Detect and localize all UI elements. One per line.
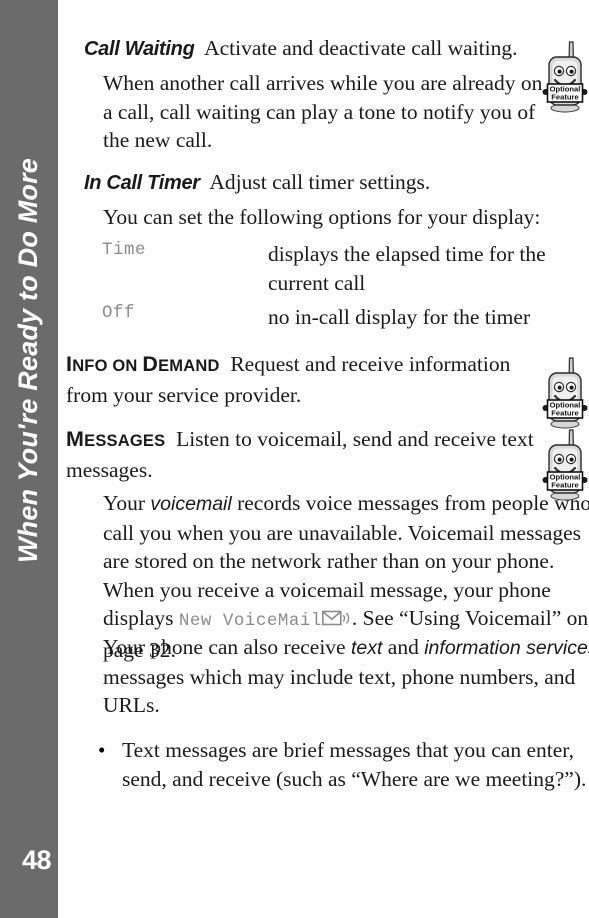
bullet-dot-icon: • bbox=[98, 738, 106, 762]
para2-part-a: Your phone can also receive bbox=[103, 635, 351, 659]
term-in-call-timer: In Call Timer bbox=[84, 172, 200, 194]
entry-messages: MESSAGES Listen to voicemail, send and r… bbox=[66, 425, 546, 484]
optional-feature-icon: Optional Feature bbox=[540, 40, 589, 116]
emphasis-voicemail: voicemail bbox=[150, 493, 232, 515]
option-name-off: Off bbox=[102, 303, 136, 323]
heading-info-on-demand: INFO ON DEMAND bbox=[66, 352, 220, 376]
summary-in-call-timer: Adjust call timer settings. bbox=[209, 170, 431, 194]
optional-feature-icon: Optional Feature bbox=[540, 356, 589, 432]
option-description-text: no in-call display for the timer bbox=[268, 305, 531, 329]
entry-call-waiting: Call Waiting Activate and deactivate cal… bbox=[84, 34, 554, 64]
optional-feature-icon: Optional Feature bbox=[540, 428, 589, 504]
paragraph-text: Your phone can also receive text and inf… bbox=[103, 633, 589, 720]
entry-in-call-timer-detail: You can set the following options for yo… bbox=[103, 203, 553, 232]
entry-call-waiting-detail: When another call arrives while you are … bbox=[103, 69, 550, 155]
bullet-text: Text messages are brief messages that yo… bbox=[122, 738, 587, 791]
entry-summary-line: INFO ON DEMAND Request and receive infor… bbox=[66, 350, 541, 409]
display-string-new-voicemail: New VoiceMail bbox=[178, 611, 322, 631]
emphasis-information-services: information services bbox=[424, 637, 589, 659]
page-content: Call Waiting Activate and deactivate cal… bbox=[58, 0, 589, 918]
option-description-text: displays the elapsed time for the curren… bbox=[268, 242, 546, 295]
page-number: 48 bbox=[22, 845, 52, 875]
summary-call-waiting: Activate and deactivate call waiting. bbox=[204, 36, 518, 60]
para2-part-b: and bbox=[382, 635, 425, 659]
bullet-text-wrap: Text messages are brief messages that yo… bbox=[122, 736, 589, 793]
option-description-off: no in-call display for the timer bbox=[268, 303, 568, 332]
entry-in-call-timer: In Call Timer Adjust call timer settings… bbox=[84, 168, 554, 198]
para2-part-c: messages which may include text, phone n… bbox=[103, 664, 576, 718]
chapter-title-rotated: When You're Ready to Do More bbox=[0, 0, 58, 720]
detail-call-waiting: When another call arrives while you are … bbox=[103, 71, 543, 152]
heading-messages: MESSAGES bbox=[66, 427, 166, 451]
option-description-time: displays the elapsed time for the curren… bbox=[268, 240, 568, 297]
optional-label-line2: Feature bbox=[551, 93, 578, 102]
option-name-time: Time bbox=[102, 240, 147, 260]
detail-in-call-timer: You can set the following options for yo… bbox=[103, 205, 541, 229]
term-call-waiting: Call Waiting bbox=[84, 38, 195, 60]
chapter-title-text: When You're Ready to Do More bbox=[13, 157, 44, 563]
messages-paragraph-text-services: Your phone can also receive text and inf… bbox=[103, 633, 589, 720]
entry-summary-line: Call Waiting Activate and deactivate cal… bbox=[84, 34, 554, 64]
chapter-side-tab: When You're Ready to Do More 48 bbox=[0, 0, 58, 918]
entry-summary-line: In Call Timer Adjust call timer settings… bbox=[84, 168, 554, 198]
entry-info-on-demand: INFO ON DEMAND Request and receive infor… bbox=[66, 350, 541, 409]
entry-summary-line: MESSAGES Listen to voicemail, send and r… bbox=[66, 425, 546, 484]
optional-label-line2: Feature bbox=[551, 409, 578, 418]
para-part-a: Your bbox=[103, 491, 151, 515]
voicemail-envelope-icon bbox=[321, 606, 352, 626]
emphasis-text: text bbox=[350, 637, 383, 659]
optional-label-line2: Feature bbox=[551, 481, 578, 490]
